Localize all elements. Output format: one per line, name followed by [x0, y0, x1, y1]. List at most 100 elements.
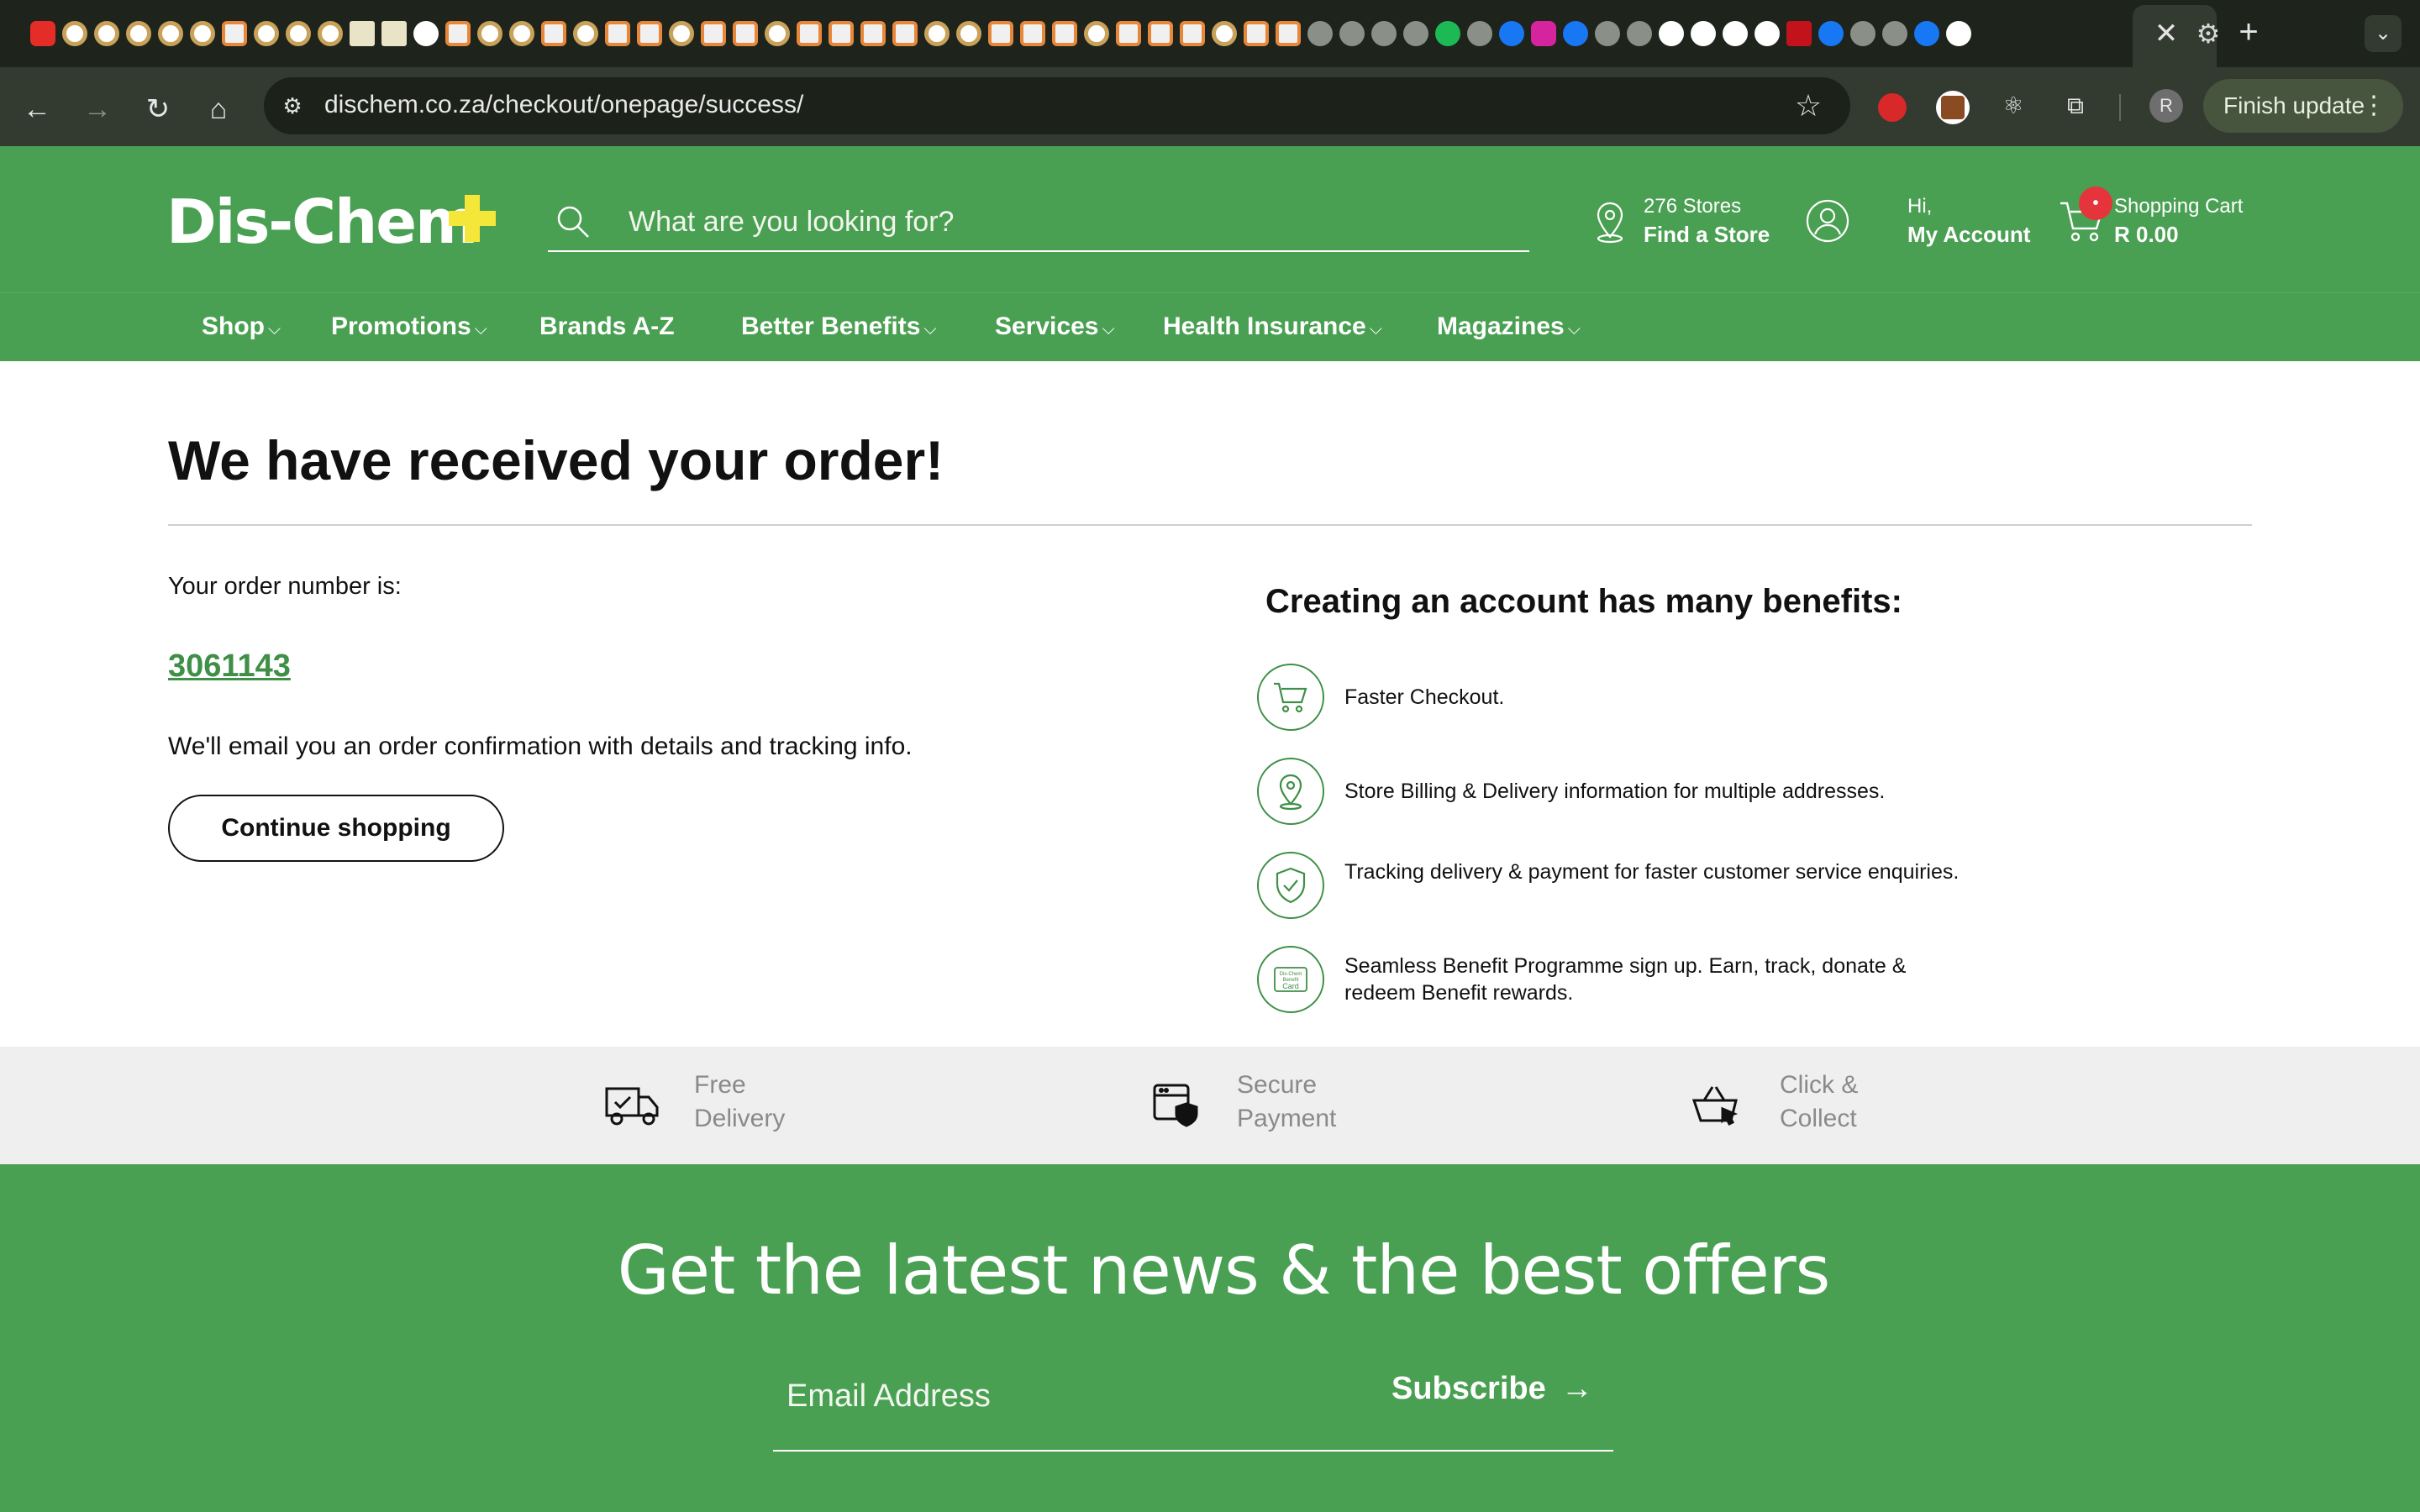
- tab-favicon-icon[interactable]: [1914, 21, 1939, 46]
- nav-magazines[interactable]: Magazines ⌵: [1437, 312, 1581, 341]
- perk-line: Click &: [1780, 1071, 1859, 1099]
- tab-favicon-icon[interactable]: [445, 21, 471, 46]
- tab-favicon-icon[interactable]: [541, 21, 566, 46]
- tab-favicon-icon[interactable]: [1818, 21, 1844, 46]
- perk-line: Secure: [1237, 1071, 1318, 1099]
- tab-favicon-icon[interactable]: [892, 21, 918, 46]
- tab-favicon-icon[interactable]: [381, 21, 407, 46]
- tab-favicon-icon[interactable]: [1435, 21, 1460, 46]
- tab-favicon-icon[interactable]: [1882, 21, 1907, 46]
- order-number-link[interactable]: 3061143: [168, 648, 291, 685]
- profile-avatar[interactable]: R: [2149, 89, 2183, 123]
- tab-favicon-icon[interactable]: [605, 21, 630, 46]
- tab-favicon-icon[interactable]: [62, 21, 87, 46]
- tab-favicon-icon[interactable]: [1371, 21, 1397, 46]
- tab-favicon-icon[interactable]: [701, 21, 726, 46]
- tab-favicon-icon[interactable]: [30, 21, 55, 46]
- tab-favicon-icon[interactable]: [1627, 21, 1652, 46]
- tab-favicon-icon[interactable]: [1116, 21, 1141, 46]
- tab-favicon-icon[interactable]: [1691, 21, 1716, 46]
- tab-favicon-icon[interactable]: [860, 21, 886, 46]
- my-account-link[interactable]: My Account: [1907, 222, 2030, 248]
- forward-arrow-icon[interactable]: →: [77, 89, 118, 129]
- home-icon[interactable]: ⌂: [198, 89, 239, 129]
- tab-favicon-icon[interactable]: [1786, 21, 1812, 46]
- perk-line: Free: [694, 1071, 746, 1099]
- react-devtools-icon[interactable]: ⚛: [1995, 87, 2032, 124]
- tab-favicon-icon[interactable]: [637, 21, 662, 46]
- url-text[interactable]: dischem.co.za/checkout/onepage/success/: [324, 91, 803, 119]
- bookmark-star-icon[interactable]: ☆: [1790, 87, 1827, 124]
- email-address-input[interactable]: [786, 1371, 1291, 1421]
- tab-favicon-icon[interactable]: [829, 21, 854, 46]
- page-title: We have received your order!: [168, 429, 944, 491]
- search-icon[interactable]: [555, 203, 592, 240]
- tab-favicon-icon[interactable]: [1723, 21, 1748, 46]
- tab-favicon-icon[interactable]: [222, 21, 247, 46]
- finish-update-button[interactable]: Finish update ⋮: [2203, 79, 2403, 133]
- tab-favicon-icon[interactable]: [1020, 21, 1045, 46]
- tab-favicon-icon[interactable]: [1850, 21, 1876, 46]
- tab-favicon-icon[interactable]: [1244, 21, 1269, 46]
- tab-favicon-icon[interactable]: [286, 21, 311, 46]
- tab-favicon-icon[interactable]: [1946, 21, 1971, 46]
- close-tab-icon[interactable]: ✕: [2148, 15, 2185, 52]
- tab-favicon-icon[interactable]: [94, 21, 119, 46]
- tab-favicon-icon[interactable]: [924, 21, 950, 46]
- nav-better-benefits[interactable]: Better Benefits ⌵: [741, 312, 937, 341]
- nav-promotions[interactable]: Promotions ⌵: [331, 312, 487, 341]
- tab-favicon-icon[interactable]: [509, 21, 534, 46]
- tab-favicon-icon[interactable]: [573, 21, 598, 46]
- user-account-icon[interactable]: [1805, 198, 1850, 244]
- tab-favicon-icon[interactable]: [1212, 21, 1237, 46]
- tab-favicon-icon[interactable]: [318, 21, 343, 46]
- dischem-logo[interactable]: Dis-Chem: [166, 186, 478, 257]
- tab-favicon-icon[interactable]: [1659, 21, 1684, 46]
- tab-favicon-icon[interactable]: [1754, 21, 1780, 46]
- tab-favicon-icon[interactable]: [190, 21, 215, 46]
- perk-secure-payment: Secure Payment: [1237, 1068, 1336, 1136]
- nav-health-insurance[interactable]: Health Insurance ⌵: [1163, 312, 1382, 341]
- reload-icon[interactable]: ↻: [138, 89, 178, 129]
- tab-favicon-icon[interactable]: [158, 21, 183, 46]
- site-info-icon[interactable]: ⚙: [274, 87, 311, 124]
- tab-favicon-icon[interactable]: [1052, 21, 1077, 46]
- tab-favicon-icon[interactable]: [988, 21, 1013, 46]
- tab-favicon-icon[interactable]: [1180, 21, 1205, 46]
- search-input[interactable]: [629, 202, 1502, 242]
- shopping-cart-label[interactable]: Shopping Cart: [2114, 195, 2243, 218]
- subscribe-button[interactable]: Subscribe →: [1392, 1371, 1593, 1407]
- new-tab-icon[interactable]: +: [2230, 13, 2267, 50]
- tab-favicon-icon[interactable]: [1499, 21, 1524, 46]
- extensions-puzzle-icon[interactable]: ⧉: [2057, 87, 2094, 124]
- tab-favicon-icon[interactable]: [1563, 21, 1588, 46]
- photo-extension-icon[interactable]: [1934, 87, 1971, 124]
- tab-favicon-icon[interactable]: [1531, 21, 1556, 46]
- tab-favicon-icon[interactable]: [733, 21, 758, 46]
- tab-search-chevron-icon[interactable]: ⌄: [2365, 15, 2402, 52]
- nav-brands-a-z[interactable]: Brands A-Z: [539, 312, 675, 341]
- tab-favicon-icon[interactable]: [765, 21, 790, 46]
- back-arrow-icon[interactable]: ←: [17, 89, 57, 129]
- tab-favicon-icon[interactable]: [1307, 21, 1333, 46]
- settings-gear-icon[interactable]: ⚙: [2190, 15, 2227, 52]
- tab-favicon-icon[interactable]: [1467, 21, 1492, 46]
- tab-favicon-icon[interactable]: [1276, 21, 1301, 46]
- tab-favicon-icon[interactable]: [1595, 21, 1620, 46]
- adblock-extension-icon[interactable]: [1874, 87, 1911, 124]
- tab-favicon-icon[interactable]: [1084, 21, 1109, 46]
- tab-favicon-icon[interactable]: [669, 21, 694, 46]
- tab-favicon-icon[interactable]: [254, 21, 279, 46]
- tab-favicon-icon[interactable]: [1339, 21, 1365, 46]
- tab-favicon-icon[interactable]: [1403, 21, 1428, 46]
- nav-services[interactable]: Services ⌵: [995, 312, 1115, 341]
- tab-favicon-icon[interactable]: [350, 21, 375, 46]
- nav-shop[interactable]: Shop ⌵: [202, 312, 281, 341]
- tab-favicon-icon[interactable]: [477, 21, 502, 46]
- tab-favicon-icon[interactable]: [1148, 21, 1173, 46]
- tab-favicon-icon[interactable]: [956, 21, 981, 46]
- tab-favicon-icon[interactable]: [413, 21, 439, 46]
- continue-shopping-button[interactable]: Continue shopping: [168, 795, 504, 862]
- tab-favicon-icon[interactable]: [126, 21, 151, 46]
- tab-favicon-icon[interactable]: [797, 21, 822, 46]
